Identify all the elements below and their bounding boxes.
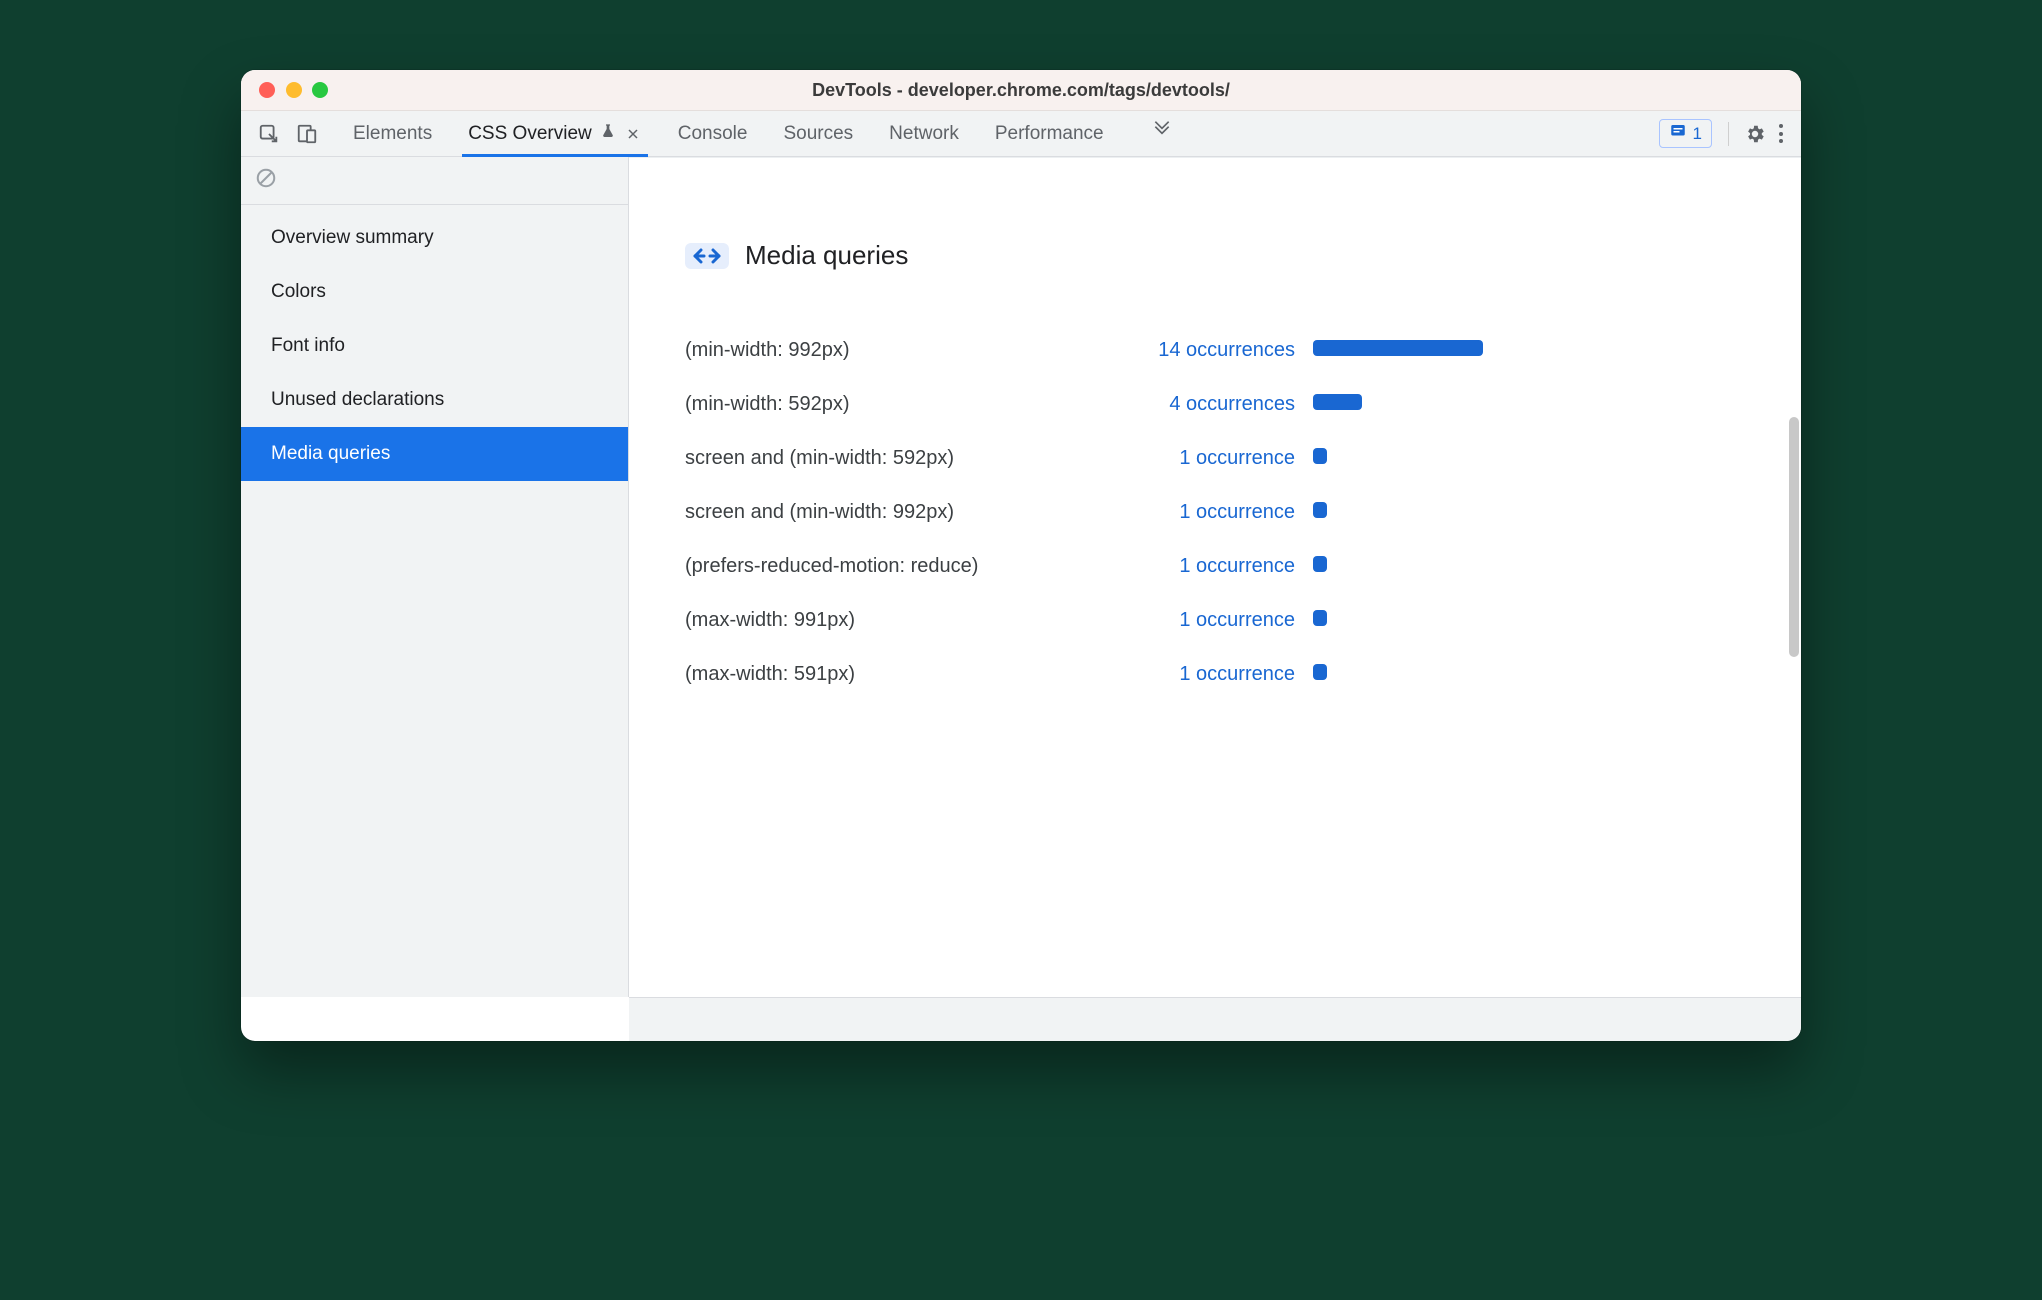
tab-label: CSS Overview xyxy=(468,123,592,145)
occurrence-link[interactable]: 1 occurrence xyxy=(1125,555,1295,578)
drawer-strip[interactable] xyxy=(629,997,1801,1041)
media-query-row: (min-width: 592px)4 occurrences xyxy=(685,377,1745,431)
media-query-row: (min-width: 992px)14 occurrences xyxy=(685,323,1745,377)
overview-sidebar: Overview summary Colors Font info Unused… xyxy=(241,157,629,997)
occurrence-bar-wrap xyxy=(1295,447,1495,470)
more-tabs-icon[interactable] xyxy=(1148,111,1176,139)
media-queries-icon xyxy=(685,243,729,269)
tab-label: Performance xyxy=(995,123,1104,145)
device-toolbar-icon[interactable] xyxy=(291,118,323,150)
overview-main: Media queries (min-width: 992px)14 occur… xyxy=(629,157,1801,997)
occurrence-link[interactable]: 1 occurrence xyxy=(1125,501,1295,524)
media-query-row: screen and (min-width: 592px)1 occurrenc… xyxy=(685,431,1745,485)
media-query-text: (min-width: 592px) xyxy=(685,393,1125,416)
occurrence-bar xyxy=(1313,610,1327,626)
media-query-row: screen and (min-width: 992px)1 occurrenc… xyxy=(685,485,1745,539)
occurrence-bar-wrap xyxy=(1295,663,1495,686)
section-header: Media queries xyxy=(685,240,1745,271)
tab-console[interactable]: Console xyxy=(678,111,748,156)
experiment-flask-icon xyxy=(600,123,616,145)
sidebar-item-label: Media queries xyxy=(271,443,390,464)
tab-css-overview[interactable]: CSS Overview xyxy=(468,111,642,156)
window-title: DevTools - developer.chrome.com/tags/dev… xyxy=(241,80,1801,101)
devtools-toolbar: Elements CSS Overview Console Sources Ne… xyxy=(241,111,1801,157)
media-query-text: screen and (min-width: 992px) xyxy=(685,501,1125,524)
tab-network[interactable]: Network xyxy=(889,111,959,156)
issues-count: 1 xyxy=(1693,124,1702,144)
sidebar-items: Overview summary Colors Font info Unused… xyxy=(241,205,628,481)
occurrence-link[interactable]: 1 occurrence xyxy=(1125,447,1295,470)
panel-tabs: Elements CSS Overview Console Sources Ne… xyxy=(353,111,1176,156)
sidebar-item-label: Colors xyxy=(271,281,326,302)
occurrence-bar xyxy=(1313,502,1327,518)
sidebar-item-label: Font info xyxy=(271,335,345,356)
occurrence-bar xyxy=(1313,340,1483,356)
main-menu-icon[interactable] xyxy=(1773,124,1789,143)
occurrence-bar xyxy=(1313,664,1327,680)
occurrence-bar xyxy=(1313,448,1327,464)
window-titlebar: DevTools - developer.chrome.com/tags/dev… xyxy=(241,70,1801,111)
tab-sources[interactable]: Sources xyxy=(783,111,853,156)
occurrence-bar-wrap xyxy=(1295,555,1495,578)
sidebar-item-font-info[interactable]: Font info xyxy=(241,319,628,373)
issues-counter[interactable]: 1 xyxy=(1659,119,1712,148)
tab-elements[interactable]: Elements xyxy=(353,111,432,156)
sidebar-item-label: Unused declarations xyxy=(271,389,444,410)
media-query-text: (min-width: 992px) xyxy=(685,339,1125,362)
occurrence-link[interactable]: 1 occurrence xyxy=(1125,663,1295,686)
occurrence-link[interactable]: 4 occurrences xyxy=(1125,393,1295,416)
sidebar-toolbar xyxy=(241,157,628,205)
media-query-row: (max-width: 991px)1 occurrence xyxy=(685,593,1745,647)
media-query-text: (prefers-reduced-motion: reduce) xyxy=(685,555,1125,578)
occurrence-bar xyxy=(1313,556,1327,572)
sidebar-item-unused-declarations[interactable]: Unused declarations xyxy=(241,373,628,427)
occurrence-bar-wrap xyxy=(1295,609,1495,632)
vertical-scrollbar[interactable] xyxy=(1789,417,1799,657)
occurrence-bar-wrap xyxy=(1295,393,1495,416)
occurrence-bar xyxy=(1313,394,1362,410)
media-query-row: (max-width: 591px)1 occurrence xyxy=(685,647,1745,701)
section-title: Media queries xyxy=(745,240,908,271)
panel-body: Overview summary Colors Font info Unused… xyxy=(241,157,1801,997)
inspect-element-icon[interactable] xyxy=(253,118,285,150)
sidebar-item-media-queries[interactable]: Media queries xyxy=(241,427,628,481)
sidebar-item-label: Overview summary xyxy=(271,227,434,248)
tab-label: Network xyxy=(889,123,959,145)
issues-icon xyxy=(1669,122,1687,145)
clear-overview-icon[interactable] xyxy=(255,167,277,194)
occurrence-link[interactable]: 14 occurrences xyxy=(1125,339,1295,362)
occurrence-link[interactable]: 1 occurrence xyxy=(1125,609,1295,632)
media-query-row: (prefers-reduced-motion: reduce)1 occurr… xyxy=(685,539,1745,593)
media-query-text: (max-width: 991px) xyxy=(685,609,1125,632)
media-query-list: (min-width: 992px)14 occurrences(min-wid… xyxy=(685,323,1745,701)
tab-performance[interactable]: Performance xyxy=(995,111,1104,156)
occurrence-bar-wrap xyxy=(1295,339,1495,362)
tab-label: Sources xyxy=(783,123,853,145)
close-tab-icon[interactable] xyxy=(624,125,642,143)
settings-gear-icon[interactable] xyxy=(1739,118,1771,150)
tab-label: Elements xyxy=(353,123,432,145)
sidebar-item-colors[interactable]: Colors xyxy=(241,265,628,319)
sidebar-item-overview-summary[interactable]: Overview summary xyxy=(241,211,628,265)
media-query-text: screen and (min-width: 592px) xyxy=(685,447,1125,470)
devtools-window: DevTools - developer.chrome.com/tags/dev… xyxy=(241,70,1801,1041)
occurrence-bar-wrap xyxy=(1295,501,1495,524)
media-query-text: (max-width: 591px) xyxy=(685,663,1125,686)
tab-label: Console xyxy=(678,123,748,145)
toolbar-divider xyxy=(1728,122,1729,146)
